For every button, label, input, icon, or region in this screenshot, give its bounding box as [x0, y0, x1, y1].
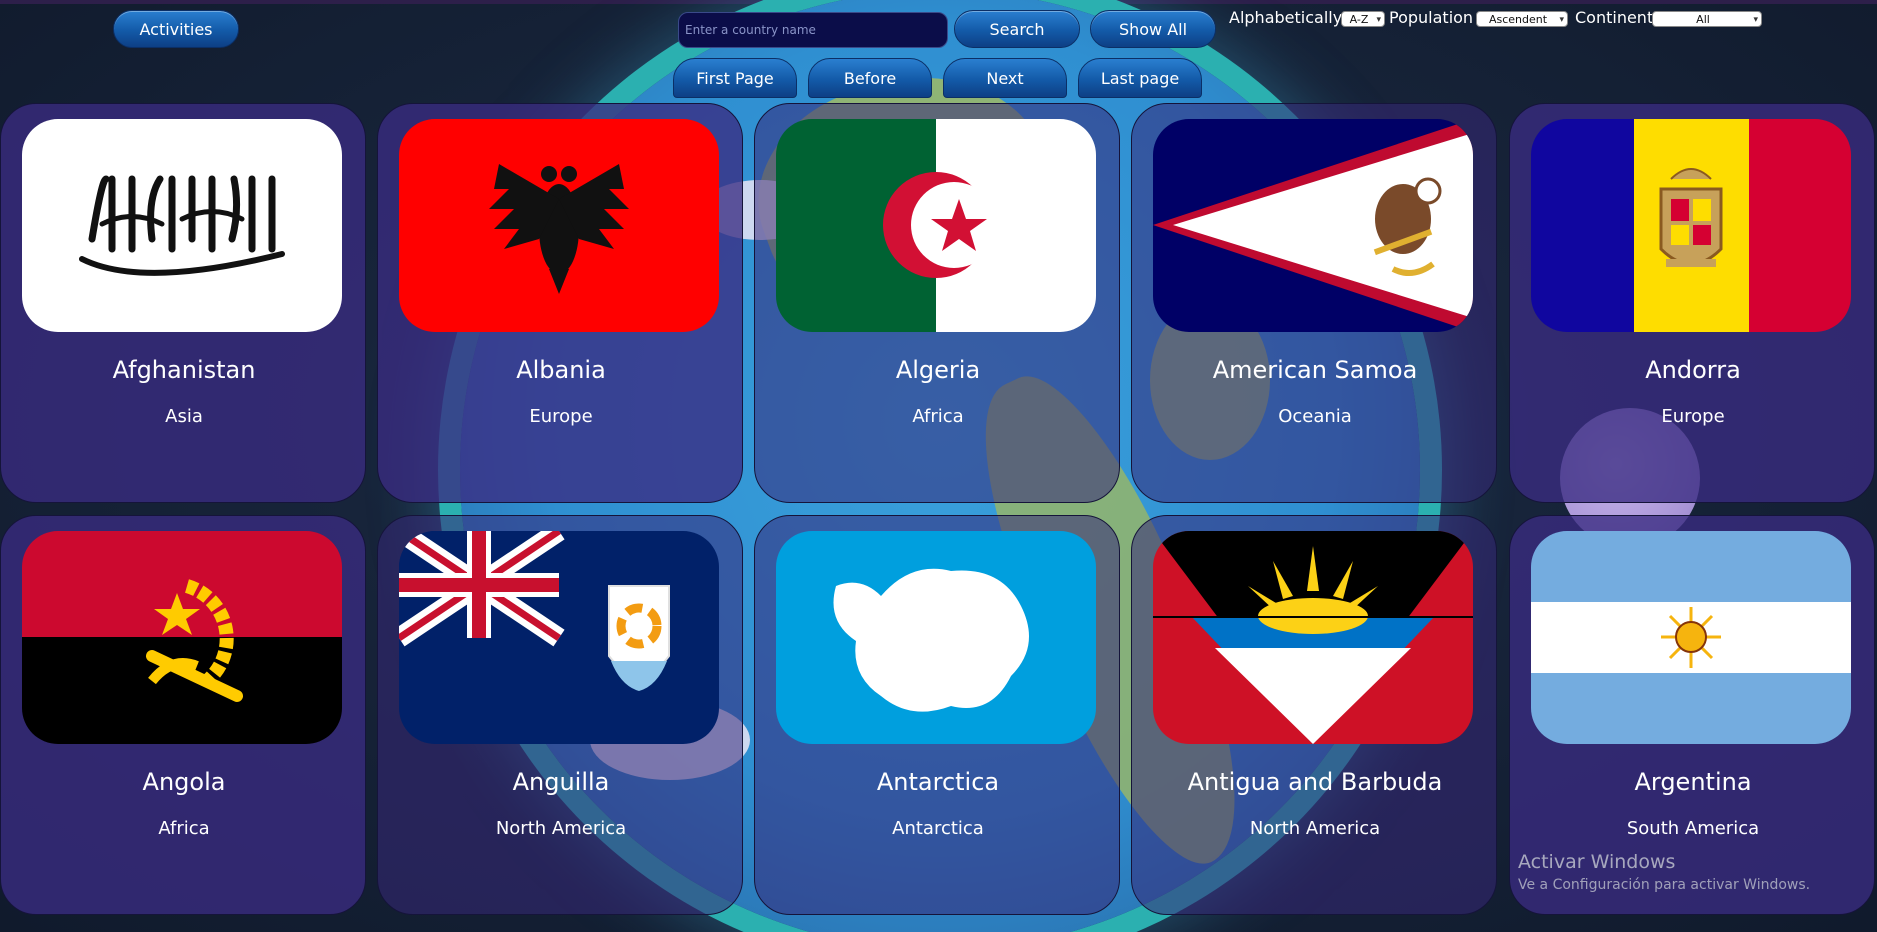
search-input[interactable] — [678, 12, 948, 48]
chevron-down-icon: ▾ — [1376, 15, 1381, 25]
country-card[interactable]: Antarctica Antarctica — [754, 515, 1120, 915]
country-continent: Europe — [529, 406, 593, 427]
next-button[interactable]: Next — [943, 58, 1067, 98]
watermark-title: Activar Windows — [1518, 851, 1676, 873]
country-name: Antarctica — [876, 768, 1000, 796]
country-continent: Antarctica — [892, 818, 984, 839]
country-name: Afghanistan — [112, 356, 256, 384]
argentina-flag-icon — [1531, 531, 1851, 744]
search-button[interactable]: Search — [954, 10, 1080, 48]
chevron-down-icon: ▾ — [1559, 15, 1564, 25]
country-name: Antigua and Barbuda — [1187, 768, 1443, 796]
country-card[interactable]: Albania Europe — [377, 103, 743, 503]
country-card[interactable]: Algeria Africa — [754, 103, 1120, 503]
country-card[interactable]: Antigua and Barbuda North America — [1131, 515, 1497, 915]
country-continent: Africa — [158, 818, 210, 839]
antarctica-flag-icon — [776, 531, 1096, 744]
first-page-button[interactable]: First Page — [673, 58, 797, 98]
country-continent: Asia — [165, 406, 203, 427]
country-name: Angola — [142, 768, 226, 796]
american-samoa-flag-icon — [1153, 119, 1473, 332]
country-continent: Europe — [1661, 406, 1725, 427]
before-button[interactable]: Before — [808, 58, 932, 98]
antigua-and-barbuda-flag-icon — [1153, 531, 1473, 744]
country-continent: Africa — [912, 406, 964, 427]
population-order-select[interactable]: Ascendent ▾ — [1476, 11, 1568, 27]
country-grid: Afghanistan Asia Albania Europe Algeria … — [0, 103, 1877, 919]
country-name: Argentina — [1634, 768, 1752, 796]
chevron-down-icon: ▾ — [1753, 15, 1758, 25]
country-name: Anguilla — [512, 768, 610, 796]
continent-value: All — [1696, 12, 1710, 26]
continent-label: Continent — [1575, 8, 1654, 27]
country-card[interactable]: Andorra Europe — [1509, 103, 1875, 503]
anguilla-flag-icon — [399, 531, 719, 744]
population-order-value: Ascendent — [1488, 12, 1548, 26]
andorra-flag-icon — [1531, 119, 1851, 332]
country-name: Algeria — [895, 356, 981, 384]
activities-button[interactable]: Activities — [113, 10, 239, 48]
country-name: Albania — [516, 356, 606, 384]
country-card[interactable]: Afghanistan Asia — [0, 103, 366, 503]
continent-select[interactable]: All ▾ — [1652, 11, 1762, 27]
alphabetical-order-value: A-Z — [1349, 12, 1369, 26]
country-card[interactable]: Angola Africa — [0, 515, 366, 915]
country-continent: Oceania — [1278, 406, 1352, 427]
country-name: Andorra — [1645, 356, 1741, 384]
country-card[interactable]: Anguilla North America — [377, 515, 743, 915]
country-name: American Samoa — [1212, 356, 1418, 384]
country-card[interactable]: American Samoa Oceania — [1131, 103, 1497, 503]
country-continent: South America — [1626, 818, 1760, 839]
algeria-flag-icon — [776, 119, 1096, 332]
country-continent: North America — [495, 818, 627, 839]
alphabetical-order-select[interactable]: A-Z ▾ — [1341, 11, 1385, 27]
angola-flag-icon — [22, 531, 342, 744]
watermark-subtitle: Ve a Configuración para activar Windows. — [1518, 877, 1811, 893]
alphabetically-label: Alphabetically — [1229, 8, 1343, 27]
last-page-button[interactable]: Last page — [1078, 58, 1202, 98]
country-continent: North America — [1249, 818, 1381, 839]
afghanistan-flag-icon — [22, 119, 342, 332]
albania-flag-icon — [399, 119, 719, 332]
windows-activation-watermark: Activar Windows Ve a Configuración para … — [1518, 851, 1810, 893]
population-label: Population — [1389, 8, 1474, 27]
show-all-button[interactable]: Show All — [1090, 10, 1216, 48]
